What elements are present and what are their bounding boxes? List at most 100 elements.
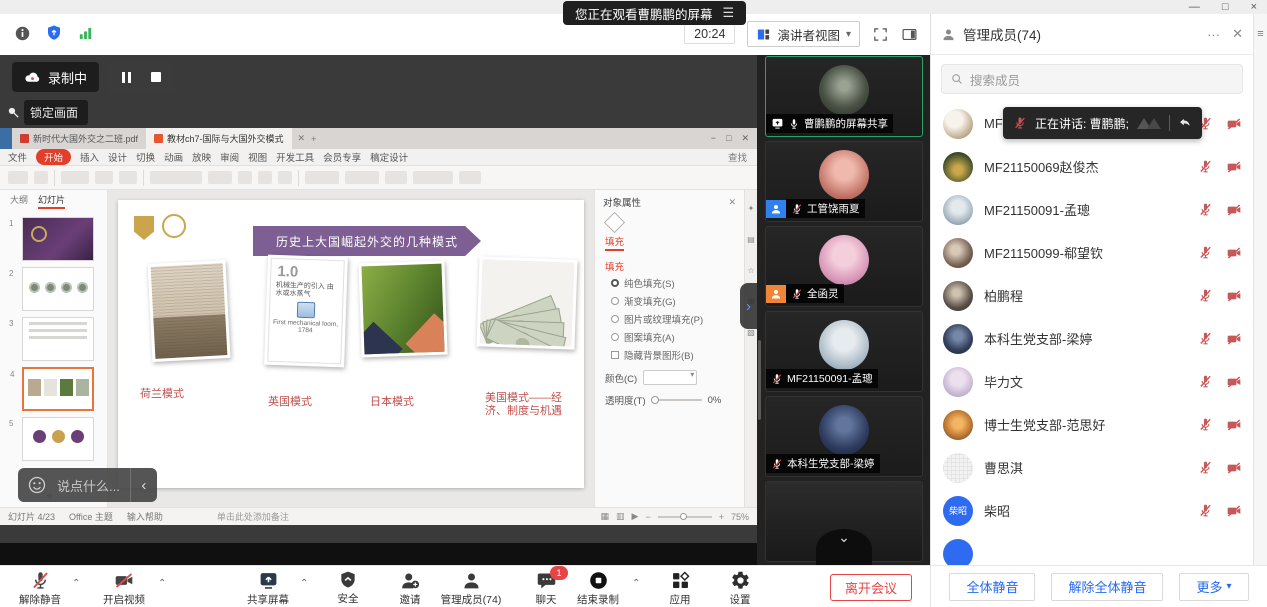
fill-option-hide-bg[interactable]: 隐藏背景图形(B) xyxy=(611,348,744,362)
fill-section-header[interactable]: 填充 xyxy=(605,259,744,273)
camera-muted-icon[interactable] xyxy=(1226,417,1242,433)
fill-option-picture[interactable]: 图片或纹理填充(P) xyxy=(611,312,744,326)
view-normal-icon[interactable]: ▦ xyxy=(601,511,610,522)
lock-screen-button[interactable]: 锁定画面 xyxy=(6,100,88,125)
share-screen-button[interactable]: 共享屏幕 xyxy=(236,570,300,607)
wps-document-tab-ppt[interactable]: 教材ch7-国际与大国外交模式 xyxy=(146,128,292,149)
wps-document-tab-pdf[interactable]: 新时代大国外交之二班.pdf xyxy=(12,128,146,149)
member-row[interactable]: 本科生党支部-梁婷 xyxy=(931,317,1254,360)
zoom-slider[interactable] xyxy=(658,516,712,518)
member-search-input[interactable]: 搜索成员 xyxy=(941,64,1243,94)
window-maximize-button[interactable]: □ xyxy=(1222,0,1229,14)
camera-muted-icon[interactable] xyxy=(1226,503,1242,519)
video-tile[interactable]: 工管饶雨夏 xyxy=(765,141,923,222)
mute-all-button[interactable]: 全体静音 xyxy=(949,573,1035,601)
end-record-button[interactable]: 结束录制 xyxy=(566,570,630,607)
ribbon-button[interactable] xyxy=(413,171,453,184)
zoom-out-icon[interactable]: − xyxy=(645,512,650,522)
stop-record-button[interactable] xyxy=(143,65,169,89)
zoom-in-icon[interactable]: + xyxy=(719,512,724,522)
slide-thumbnail-3[interactable]: 3 xyxy=(22,317,94,361)
play-slideshow-icon[interactable]: ▶ xyxy=(632,511,639,522)
slide-thumbnail-5[interactable]: 5 xyxy=(22,417,94,461)
ribbon-button[interactable] xyxy=(8,171,28,184)
settings-button[interactable]: 设置 xyxy=(708,570,772,607)
fill-option-solid[interactable]: 纯色填充(S) xyxy=(611,276,744,290)
member-row[interactable]: 毕力文 xyxy=(931,360,1254,403)
fullscreen-icon[interactable] xyxy=(872,26,889,43)
mic-muted-icon[interactable] xyxy=(1198,503,1213,518)
ribbon-button[interactable] xyxy=(385,171,407,184)
camera-muted-icon[interactable] xyxy=(1226,374,1242,390)
start-video-button[interactable]: 开启视频 xyxy=(92,570,156,607)
wps-menu-devtools[interactable]: 开发工具 xyxy=(276,150,314,164)
notes-placeholder[interactable]: 单击此处添加备注 xyxy=(217,510,289,523)
ribbon-button[interactable] xyxy=(238,171,252,184)
mic-options-chevron[interactable]: ⌃ xyxy=(72,578,80,589)
member-row[interactable]: MF21150091-孟璁 xyxy=(931,188,1254,231)
slide-image-japan[interactable] xyxy=(358,261,447,358)
rail-menu-icon[interactable]: ≡ xyxy=(1257,28,1263,40)
side-layout-icon[interactable] xyxy=(901,26,918,43)
more-button[interactable]: 更多 ▾ xyxy=(1179,573,1248,601)
wps-menu-gaoding[interactable]: 稿定设计 xyxy=(370,150,408,164)
ribbon-button[interactable] xyxy=(95,171,113,184)
video-options-chevron[interactable]: ⌃ xyxy=(158,578,166,589)
member-row[interactable]: MF21150069赵俊杰 xyxy=(931,145,1254,188)
unmute-all-button[interactable]: 解除全体静音 xyxy=(1051,573,1163,601)
leave-meeting-button[interactable]: 离开会议 xyxy=(830,574,912,601)
mic-muted-icon[interactable] xyxy=(1198,331,1213,346)
member-row-partial[interactable] xyxy=(931,532,1254,565)
pause-record-button[interactable] xyxy=(113,65,139,89)
rail-icon-2[interactable]: ▤ xyxy=(747,235,755,244)
mic-muted-icon[interactable] xyxy=(1198,288,1213,303)
new-tab-icon[interactable]: + xyxy=(311,134,316,144)
mic-muted-icon[interactable] xyxy=(1198,245,1213,260)
wps-close-icon[interactable]: ✕ xyxy=(741,133,749,144)
ribbon-button[interactable] xyxy=(459,171,481,184)
security-button[interactable]: 安全 xyxy=(316,570,380,606)
member-row[interactable]: 博士生党支部-范思好 xyxy=(931,403,1254,446)
wps-menu-animation[interactable]: 动画 xyxy=(164,150,183,164)
slide-image-usa-dollars[interactable] xyxy=(476,256,577,349)
mic-muted-icon[interactable] xyxy=(1198,460,1213,475)
slide-thumbnail-4[interactable]: 4 xyxy=(22,367,94,411)
wps-maximize-icon[interactable]: □ xyxy=(726,133,731,144)
pane-tab-slides[interactable]: 幻灯片 xyxy=(38,193,65,209)
ribbon-button[interactable] xyxy=(61,171,89,184)
wps-menu-home[interactable]: 开始 xyxy=(36,149,71,165)
strip-scrollbar[interactable] xyxy=(758,340,761,420)
wps-menu-review[interactable]: 审阅 xyxy=(220,150,239,164)
ribbon-button[interactable] xyxy=(34,171,48,184)
scroll-down-icon[interactable]: ⌄ xyxy=(838,529,850,546)
ribbon-button[interactable] xyxy=(119,171,137,184)
manage-members-button[interactable]: 管理成员(74) xyxy=(432,570,510,607)
record-options-chevron[interactable]: ⌃ xyxy=(632,578,640,589)
video-tile[interactable]: MF21150091-孟璁 xyxy=(765,311,923,392)
ribbon-button[interactable] xyxy=(345,171,379,184)
wps-minimize-icon[interactable]: − xyxy=(711,133,716,144)
chat-input-placeholder[interactable]: 说点什么... xyxy=(47,476,130,495)
collapse-chat-icon[interactable]: ‹ xyxy=(130,468,157,502)
slide-image-britain-card[interactable]: 1.0 机械生产的引入 由水或水蒸气 First mechanical loom… xyxy=(264,255,348,368)
ribbon-button[interactable] xyxy=(278,171,292,184)
wps-menu-slideshow[interactable]: 放映 xyxy=(192,150,211,164)
security-shield-icon[interactable] xyxy=(45,24,63,42)
color-select[interactable] xyxy=(643,370,697,385)
window-minimize-button[interactable]: — xyxy=(1189,0,1200,14)
member-row[interactable]: 柴昭 柴昭 xyxy=(931,489,1254,532)
member-row[interactable]: 曹思淇 xyxy=(931,446,1254,489)
member-row[interactable]: MF21150099-郗望钦 xyxy=(931,231,1254,274)
wps-menu-member[interactable]: 会员专享 xyxy=(323,150,361,164)
slide-thumbnail-1[interactable]: 1 xyxy=(22,217,94,261)
tab-close-icon[interactable]: ✕ xyxy=(298,133,306,144)
camera-muted-icon[interactable] xyxy=(1226,245,1242,261)
slide-image-netherlands[interactable] xyxy=(147,260,230,362)
wps-menu-transition[interactable]: 切换 xyxy=(136,150,155,164)
mic-muted-icon[interactable] xyxy=(1198,159,1213,174)
reply-arrow-icon[interactable] xyxy=(1178,116,1192,130)
quick-chat-bubble[interactable]: 说点什么... ‹ xyxy=(18,468,157,502)
view-mode-button[interactable]: 演讲者视图 ▾ xyxy=(747,21,860,47)
meeting-info-icon[interactable] xyxy=(14,25,31,42)
fill-option-pattern[interactable]: 图案填充(A) xyxy=(611,330,744,344)
